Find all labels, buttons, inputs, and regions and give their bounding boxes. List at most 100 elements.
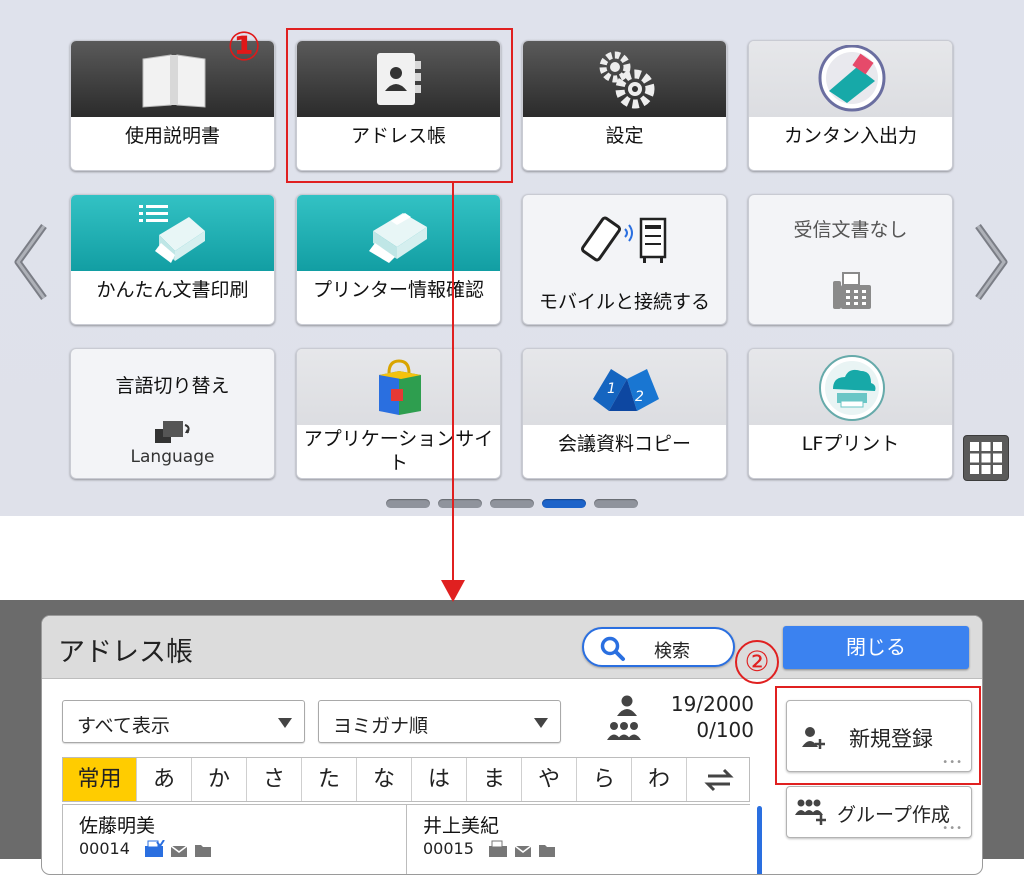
toggle-view-button[interactable] (687, 758, 750, 801)
tile-received-docs[interactable]: 受信文書なし (748, 194, 953, 325)
sort-order-select[interactable]: ヨミガナ順 (318, 700, 561, 743)
folder-icon (539, 845, 555, 857)
svg-text:2: 2 (635, 389, 644, 405)
chevron-down-icon (534, 718, 548, 728)
tile-app-site[interactable]: アプリケーションサイト (296, 348, 501, 479)
tile-label: モバイルと接続する (538, 291, 710, 313)
tile-label: 設定 (605, 125, 644, 147)
callout-number-1: ① (227, 24, 261, 70)
language-switch-icon (155, 421, 190, 443)
meeting-copy-icon: 1 2 (593, 369, 659, 411)
gear-icon (599, 51, 655, 109)
app-list-button[interactable] (963, 435, 1009, 481)
tile-label: アプリケーションサイト (303, 428, 494, 474)
tab-ha[interactable]: は (412, 758, 467, 801)
tile-easy-io[interactable]: カンタン入出力 (748, 40, 953, 171)
fax-icon (489, 840, 507, 857)
eraser-card-icon (818, 45, 886, 112)
mobile-connect-icon (581, 216, 667, 263)
svg-text:1: 1 (607, 381, 616, 397)
more-dots: ••• (942, 823, 963, 834)
tile-mobile-connect[interactable]: モバイルと接続する (522, 194, 727, 325)
tab-sa[interactable]: さ (247, 758, 302, 801)
callout-number-2: ② (735, 640, 779, 684)
address-list: 佐藤明美 00014 井上美紀 00015 (62, 804, 751, 874)
fax-icon (833, 272, 871, 309)
add-group-icon (795, 799, 826, 825)
swap-icon (703, 768, 734, 792)
tile-document-print[interactable]: かんたん文書印刷 (70, 194, 275, 325)
tab-frequent[interactable]: 常用 (63, 758, 137, 801)
page-dot-4[interactable] (542, 499, 586, 508)
tile-label: 言語切り替え (115, 375, 230, 397)
entry-number: 00014 (79, 839, 130, 858)
tab-ra[interactable]: ら (577, 758, 632, 801)
connector-line (452, 182, 454, 582)
tile-label: 受信文書なし (793, 219, 908, 241)
destination-type-icons (145, 840, 211, 857)
tile-meeting-copy[interactable]: 1 2 会議資料コピー (522, 348, 727, 479)
search-button-label: 検索 (654, 641, 690, 662)
list-item[interactable]: 井上美紀 00015 (407, 805, 751, 874)
shopping-bag-icon (379, 359, 421, 415)
page-dot-3[interactable] (490, 499, 534, 508)
highlight-box-address-book (286, 28, 513, 183)
mail-icon (170, 845, 188, 857)
connector-arrowhead (441, 580, 465, 602)
destination-type-icons (489, 840, 555, 857)
tile-label: 会議資料コピー (557, 433, 691, 455)
home-screen: 使用説明書 アドレス帳 設定 カンタン入出力 かんたん文書印刷 プリンター情報確… (0, 0, 1024, 516)
tab-wa[interactable]: わ (632, 758, 687, 801)
page-dot-5[interactable] (594, 499, 638, 508)
lf-print-icon (819, 355, 885, 421)
tile-label: カンタン入出力 (783, 125, 917, 147)
group-count: 0/100 (696, 718, 754, 742)
tab-na[interactable]: な (357, 758, 412, 801)
create-group-label: グループ作成 (837, 804, 950, 826)
page-dot-2[interactable] (438, 499, 482, 508)
tile-label: かんたん文書印刷 (96, 279, 249, 301)
list-scrollbar[interactable] (757, 806, 762, 874)
display-filter-select[interactable]: すべて表示 (62, 700, 305, 743)
highlight-box-new-registration (775, 686, 981, 785)
printer-info-icon (369, 213, 427, 263)
search-button[interactable]: 検索 (582, 627, 735, 667)
user-icon (617, 695, 637, 716)
tile-printer-info[interactable]: プリンター情報確認 (296, 194, 501, 325)
sort-order-value: ヨミガナ順 (333, 715, 429, 737)
dialog-header: アドレス帳 検索 閉じる (42, 616, 982, 679)
fax-icon (145, 840, 165, 857)
search-icon (600, 636, 625, 661)
next-page-arrow[interactable] (972, 222, 1012, 302)
tile-lf-print[interactable]: LFプリント (748, 348, 953, 479)
manual-book-icon (142, 54, 206, 108)
document-print-icon (139, 205, 205, 263)
tile-label: LFプリント (801, 433, 900, 455)
entry-number: 00015 (423, 839, 474, 858)
previous-page-arrow[interactable] (10, 222, 50, 302)
index-tabs: 常用 あ か さ た な は ま や ら わ (62, 757, 750, 802)
mail-icon (514, 845, 532, 857)
tile-settings[interactable]: 設定 (522, 40, 727, 171)
user-count: 19/2000 (670, 692, 754, 716)
chevron-down-icon (278, 718, 292, 728)
dialog-title: アドレス帳 (58, 637, 193, 668)
tile-label: プリンター情報確認 (312, 279, 484, 301)
group-icon (607, 722, 641, 740)
grid-icon (970, 442, 1002, 474)
tab-ka[interactable]: か (192, 758, 247, 801)
tab-ta[interactable]: た (302, 758, 357, 801)
list-item[interactable]: 佐藤明美 00014 (63, 805, 407, 874)
tile-sublabel: Language (130, 447, 215, 467)
tab-ya[interactable]: や (522, 758, 577, 801)
tile-language[interactable]: 言語切り替え Language (70, 348, 275, 479)
create-group-button[interactable]: グループ作成 ••• (786, 786, 972, 838)
entry-name: 井上美紀 (423, 815, 500, 837)
tile-label: 使用説明書 (124, 125, 220, 147)
display-filter-value: すべて表示 (77, 715, 170, 737)
page-dot-1[interactable] (386, 499, 430, 508)
tab-a[interactable]: あ (137, 758, 192, 801)
close-button[interactable]: 閉じる (783, 626, 969, 669)
tab-ma[interactable]: ま (467, 758, 522, 801)
folder-icon (195, 845, 211, 857)
